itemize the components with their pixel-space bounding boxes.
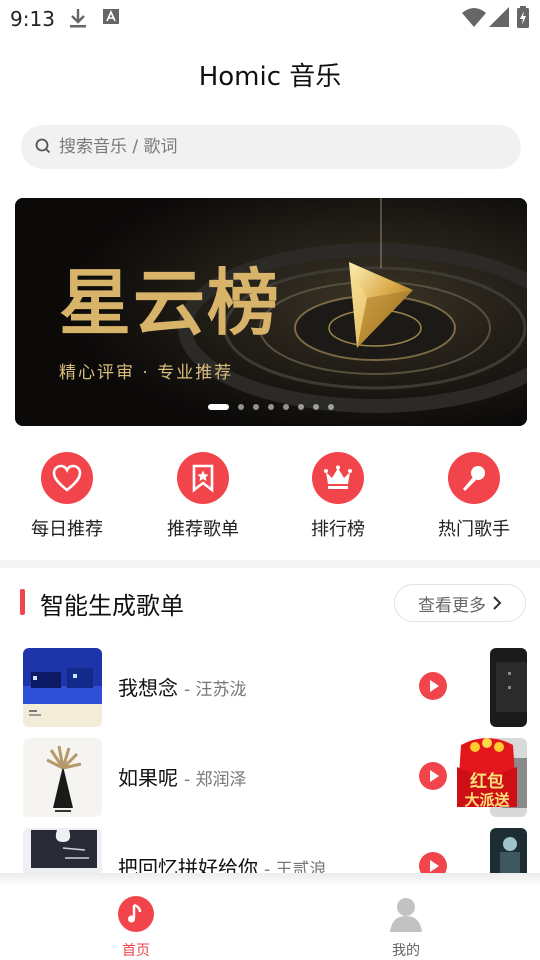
quick-action-label: 推荐歌单 — [167, 519, 239, 540]
carousel-indicator — [208, 404, 334, 410]
carousel-dot[interactable] — [238, 404, 244, 410]
wifi-icon — [462, 7, 486, 31]
carousel-dot[interactable] — [298, 404, 304, 410]
quick-action-label: 排行榜 — [311, 519, 365, 540]
carousel-dot[interactable] — [313, 404, 319, 410]
section-title: 智能生成歌单 — [40, 592, 184, 620]
song-title: 如果呢 - 郑润泽 — [118, 762, 247, 791]
crown-icon — [312, 452, 364, 504]
search-input[interactable] — [59, 125, 499, 169]
song-artist: - 汪苏泷 — [184, 680, 247, 700]
battery-icon — [517, 6, 529, 32]
song-title: 我想念 - 汪苏泷 — [118, 672, 247, 701]
a-icon — [103, 8, 119, 30]
carousel-dot[interactable] — [253, 404, 259, 410]
side-cover[interactable] — [490, 648, 527, 727]
quick-action-singers[interactable]: 热门歌手 — [419, 452, 529, 541]
song-row[interactable]: 我想念 - 汪苏泷 — [0, 648, 540, 728]
view-more-label: 查看更多 — [418, 595, 486, 616]
section-divider — [0, 560, 540, 568]
song-cover — [23, 738, 102, 817]
banner-subtitle: 精心评审 · 专业推荐 — [59, 363, 234, 383]
tab-mine[interactable]: 我的 — [366, 896, 446, 960]
quick-action-label: 每日推荐 — [31, 519, 103, 540]
search-bar[interactable] — [21, 125, 521, 169]
song-cover — [23, 648, 102, 727]
tab-label: 我的 — [392, 943, 420, 959]
carousel-dot[interactable] — [208, 404, 229, 410]
section-accent-bar — [20, 589, 25, 615]
envelope-line2: 大派送 — [464, 791, 510, 809]
microphone-icon — [448, 452, 500, 504]
status-time: 9:13 — [10, 7, 55, 31]
banner-title: 星云榜 — [59, 261, 282, 345]
play-button[interactable] — [419, 762, 447, 790]
banner-carousel[interactable]: 星云榜 精心评审 · 专业推荐 — [15, 198, 527, 426]
song-name: 我想念 — [118, 676, 178, 700]
red-envelope-promo[interactable]: 红包 大派送 — [455, 737, 519, 811]
view-more-button[interactable]: 查看更多 — [394, 584, 526, 622]
quick-action-daily[interactable]: 每日推荐 — [12, 452, 122, 541]
tab-label: 首页 — [122, 943, 150, 959]
song-artist: - 郑润泽 — [184, 770, 247, 790]
app-title: Homic 音乐 — [198, 62, 342, 92]
carousel-dot[interactable] — [328, 404, 334, 410]
carousel-dot[interactable] — [268, 404, 274, 410]
quick-action-ranking[interactable]: 排行榜 — [283, 452, 393, 541]
quick-action-playlist[interactable]: 推荐歌单 — [148, 452, 258, 541]
quick-action-label: 热门歌手 — [438, 519, 510, 540]
user-icon — [390, 898, 422, 932]
search-icon — [35, 138, 51, 154]
carousel-dot[interactable] — [283, 404, 289, 410]
music-note-icon — [118, 896, 154, 932]
status-bar: 9:13 — [0, 0, 540, 36]
play-button[interactable] — [419, 672, 447, 700]
chevron-right-icon — [493, 596, 502, 610]
tab-bar-shadow — [0, 873, 540, 887]
song-name: 如果呢 — [118, 766, 178, 790]
bookmark-star-icon — [177, 452, 229, 504]
download-icon — [69, 8, 87, 32]
tab-home[interactable]: 首页 — [96, 896, 176, 960]
heart-icon — [41, 452, 93, 504]
signal-icon — [489, 7, 509, 31]
